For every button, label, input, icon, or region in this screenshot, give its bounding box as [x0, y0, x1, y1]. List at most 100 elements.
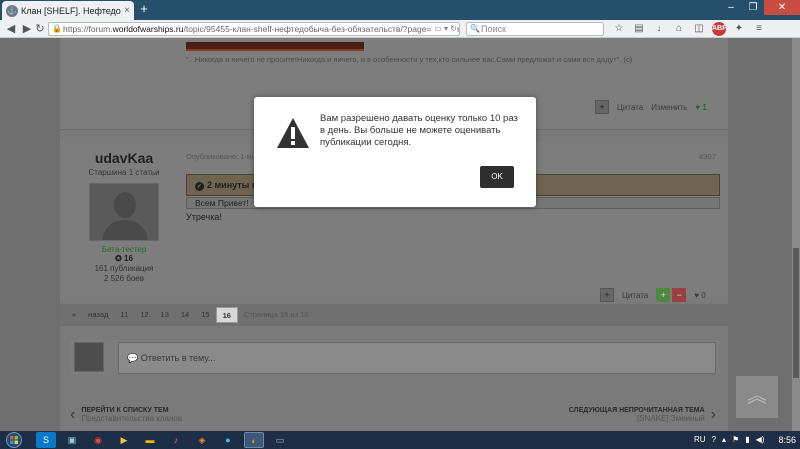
multiquote-plus-icon[interactable]: + — [600, 288, 614, 302]
chat-icon[interactable]: ● — [218, 432, 238, 448]
chrome-icon[interactable]: ◉ — [88, 432, 108, 448]
bookmark-star-icon[interactable]: ☆ — [612, 22, 626, 36]
author-name[interactable]: udavKaa — [74, 150, 174, 166]
signature-banner — [186, 42, 364, 51]
forward-icon[interactable]: ▶ — [20, 22, 34, 36]
media-icon[interactable]: ▣ — [62, 432, 82, 448]
downvote-icon[interactable]: − — [672, 288, 687, 302]
window-icon[interactable]: ▭ — [270, 432, 290, 448]
reply-avatar — [74, 342, 104, 372]
first-page-icon[interactable]: « — [66, 307, 82, 323]
upvote-icon[interactable]: + — [656, 288, 671, 302]
page-scrollbar[interactable] — [792, 38, 800, 431]
url-prefix: https://forum. — [63, 24, 113, 34]
pocket-icon[interactable]: ◫ — [692, 22, 706, 36]
arrow-left-icon: ‹ — [70, 406, 76, 423]
network-icon[interactable]: ▮ — [745, 432, 749, 448]
folder-icon[interactable]: ▬ — [140, 432, 160, 448]
current-page[interactable]: 16 — [215, 307, 238, 323]
quote-button[interactable]: Цитата — [617, 103, 643, 112]
window-close-icon[interactable]: ✕ — [764, 0, 800, 15]
quote-button[interactable]: Цитата — [622, 291, 648, 300]
lock-icon: 🔒 — [52, 24, 62, 33]
firefox-icon[interactable]: ◐ — [244, 432, 264, 448]
window-controls: – ❐ ✕ — [720, 0, 800, 15]
warning-icon — [277, 118, 309, 148]
download-icon[interactable]: ↓ — [652, 22, 666, 36]
like-count: ♥ 0 — [694, 290, 706, 300]
comment-icon: 💬 — [127, 353, 139, 363]
clock[interactable]: 8:56 — [778, 432, 796, 448]
system-tray: RU ? ▴ ⚑ ▮ ◀) 8:56 — [694, 432, 796, 448]
help-icon[interactable]: ? — [712, 432, 716, 448]
prev-page-button[interactable]: назад — [82, 307, 114, 323]
home-icon[interactable]: ⌂ — [672, 22, 686, 36]
url-actions-icon[interactable]: ▭ ▾ ↻ — [432, 23, 457, 35]
post-number[interactable]: #307 — [699, 152, 716, 161]
page-link[interactable]: 13 — [155, 307, 175, 323]
language-indicator[interactable]: RU — [694, 432, 706, 448]
reply-input[interactable]: 💬 Ответить в тему... — [118, 342, 716, 374]
avatar[interactable] — [89, 183, 159, 241]
post2-actions: + Цитата + − ♥ 0 — [600, 288, 706, 302]
toolbar-icons: ☆ ▤ ↓ ⌂ ◫ ABP ✦ ≡ — [612, 22, 766, 36]
site-favicon-icon: ⚓ — [6, 4, 18, 17]
post-body: Утречка! — [186, 212, 222, 222]
search-field[interactable]: 🔍 Поиск — [466, 22, 604, 36]
taskbar: S ▣ ◉ ▶ ▬ ♪ ◈ ● ◐ ▭ RU ? ▴ ⚑ ▮ ◀) 8:56 — [0, 431, 800, 449]
player-icon[interactable]: ▶ — [114, 432, 134, 448]
page-link[interactable]: 12 — [134, 307, 154, 323]
edit-button[interactable]: Изменить — [651, 103, 687, 112]
menu-icon[interactable]: ≡ — [752, 22, 766, 36]
page-info[interactable]: Страница 16 из 16 — [238, 307, 315, 323]
multiquote-plus-icon[interactable]: + — [595, 100, 609, 114]
flag-icon[interactable]: ⚑ — [732, 432, 739, 448]
post-date: Опубликовано: 1 мин — [186, 152, 261, 161]
scroll-to-top-icon[interactable]: ︽ — [736, 376, 778, 418]
url-host: worldofwarships.ru — [112, 24, 184, 34]
rating-limit-dialog: Вам разрешено давать оценку только 10 ра… — [254, 97, 536, 207]
search-icon: 🔍 — [470, 24, 480, 33]
page-link[interactable]: 15 — [195, 307, 215, 323]
post1-actions: + Цитата Изменить ♥ 1 — [595, 100, 707, 114]
reading-list-icon[interactable]: ▤ — [632, 22, 646, 36]
author-rank: Старшина 1 статьи — [88, 168, 160, 177]
author-panel: udavKaa Старшина 1 статьи Бета-тестер ✪ … — [74, 150, 174, 284]
topic-list-link[interactable]: ‹ ПЕРЕЙТИ К СПИСКУ ТЕМ Представительства… — [70, 406, 182, 424]
browser-tab[interactable]: ⚓ Клан [SHELF]. Нефтедобыч... × — [2, 1, 134, 20]
page-link[interactable]: 11 — [114, 307, 134, 323]
signature-quote: "...Никогда и ничего не просите!Никогда … — [186, 55, 633, 64]
maximize-icon[interactable]: ❐ — [742, 0, 764, 15]
url-path: /topic/95455-клан-shelf-нефтедобыча-без-… — [183, 24, 460, 34]
reply-box: 💬 Ответить в тему... — [70, 340, 720, 374]
dialog-message: Вам разрешено давать оценку только 10 ра… — [320, 113, 518, 148]
reload-icon[interactable]: ↻ — [33, 22, 47, 36]
minimize-icon[interactable]: – — [720, 0, 742, 15]
bottom-navigation: ‹ ПЕРЕЙТИ К СПИСКУ ТЕМ Представительства… — [60, 406, 728, 430]
skype-icon[interactable]: S — [36, 432, 56, 448]
extension-icon[interactable]: ✦ — [732, 22, 746, 36]
pagination: « назад 11 12 13 14 15 16 Страница 16 из… — [60, 304, 728, 326]
app-icon[interactable]: ◈ — [192, 432, 212, 448]
adblock-icon[interactable]: ABP — [712, 22, 727, 36]
browser-nav-bar: ◀ ▶ ↻ 🔒 https://forum.worldofwarships.ru… — [0, 20, 800, 38]
tray-arrow-icon[interactable]: ▴ — [722, 432, 726, 448]
ok-button[interactable]: OK — [480, 166, 514, 188]
browser-tab-bar: ⚓ Клан [SHELF]. Нефтедобыч... × + – ❐ ✕ — [0, 0, 800, 20]
back-icon[interactable]: ◀ — [4, 22, 18, 36]
tab-close-icon[interactable]: × — [124, 5, 130, 16]
like-count: ♥ 1 — [695, 102, 707, 112]
next-unread-title: СЛЕДУЮЩАЯ НЕПРОЧИТАННАЯ ТЕМА — [568, 407, 705, 414]
reputation-value: 16 — [124, 254, 133, 263]
windows-start-icon[interactable] — [4, 432, 24, 448]
new-tab-icon[interactable]: + — [137, 2, 151, 16]
tab-title: Клан [SHELF]. Нефтедобыч... — [21, 5, 121, 16]
next-unread-link[interactable]: СЛЕДУЮЩАЯ НЕПРОЧИТАННАЯ ТЕМА [SNAKE] Зме… — [569, 406, 716, 424]
url-bar[interactable]: 🔒 https://forum.worldofwarships.ru/topic… — [48, 22, 460, 36]
volume-icon[interactable]: ◀) — [756, 432, 765, 448]
page-link[interactable]: 14 — [175, 307, 195, 323]
music-icon[interactable]: ♪ — [166, 432, 186, 448]
reply-placeholder: Ответить в тему... — [140, 353, 216, 363]
rating-buttons: + − — [656, 288, 687, 302]
taskbar-apps: S ▣ ◉ ▶ ▬ ♪ ◈ ● ◐ ▭ — [36, 432, 290, 448]
